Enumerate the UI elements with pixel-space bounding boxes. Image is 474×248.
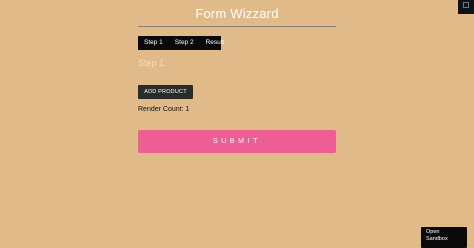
add-product-button[interactable]: ADD PRODUCT (138, 85, 193, 99)
title-divider (138, 26, 336, 27)
open-sandbox-line2: Sandbox (426, 235, 448, 242)
tab-result[interactable]: Result (200, 36, 230, 50)
tab-step-2[interactable]: Step 2 (169, 36, 200, 50)
submit-button[interactable]: SUBMIT (138, 130, 336, 153)
open-sandbox-button[interactable]: Open Sandbox (421, 227, 467, 248)
step-heading: Step 1 (138, 58, 165, 68)
tab-step-1[interactable]: Step 1 (138, 36, 169, 50)
step-tabs: Step 1 Step 2 Result (138, 36, 224, 50)
page-title: Form Wizzard (195, 6, 279, 21)
corner-toggle-button[interactable] (458, 0, 474, 14)
corner-toggle-icon (463, 2, 469, 8)
render-count-text: Render Count: 1 (138, 106, 190, 113)
